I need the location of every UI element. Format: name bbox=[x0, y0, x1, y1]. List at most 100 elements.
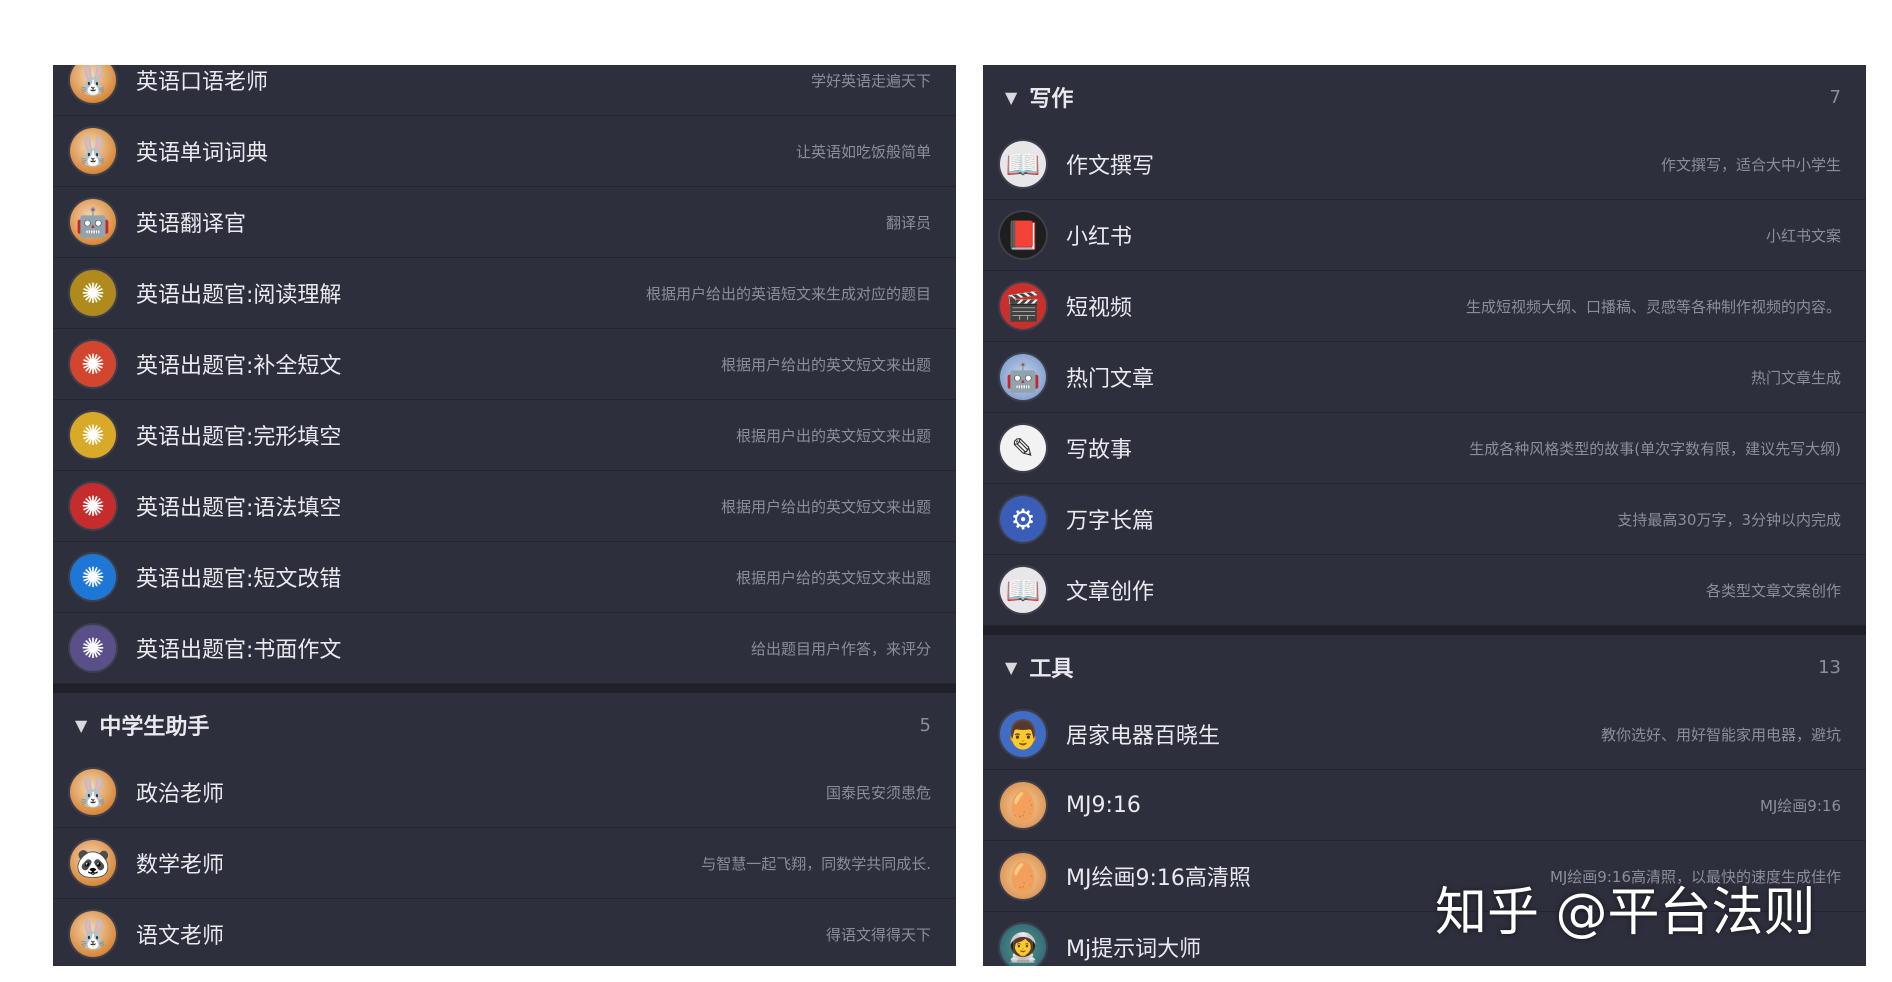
assistant-description: 各类型文章文案创作 bbox=[1705, 581, 1841, 600]
assistant-list-item[interactable]: ⚙ 万字长篇 支持最高30万字，3分钟以内完成 bbox=[983, 484, 1866, 555]
assistant-name: 英语出题官:语法填空 bbox=[136, 496, 342, 521]
assistant-list-item[interactable]: 🐰 政治老师 国泰民安须患危 bbox=[53, 757, 956, 828]
section-title: 中学生助手 bbox=[99, 715, 210, 740]
assistant-list-item[interactable]: 🐰 英语口语老师 学好英语走遍天下 bbox=[53, 65, 956, 116]
assistant-name: 英语单词词典 bbox=[136, 141, 269, 166]
assistant-name: 英语出题官:阅读理解 bbox=[136, 283, 342, 308]
assistant-name: 数学老师 bbox=[136, 853, 225, 878]
assistant-list-item[interactable]: ✎ 写故事 生成各种风格类型的故事(单次字数有限，建议先写大纲) bbox=[983, 413, 1866, 484]
assistant-list-item[interactable]: ✺ 英语出题官:补全短文 根据用户给出的英文短文来出题 bbox=[53, 329, 956, 400]
open-book-icon: 📖 bbox=[1000, 567, 1046, 613]
assistant-list-item[interactable]: ✺ 英语出题官:阅读理解 根据用户给出的英语短文来生成对应的题目 bbox=[53, 258, 956, 329]
section-divider bbox=[983, 626, 1866, 635]
collapse-triangle-icon[interactable]: ▼ bbox=[1005, 88, 1017, 107]
assistant-list-item[interactable]: 🐼 数学老师 与智慧一起飞翔，同数学共同成长. bbox=[53, 828, 956, 899]
assistant-name: 英语出题官:短文改错 bbox=[136, 567, 342, 592]
assistant-description: 让英语如吃饭般简单 bbox=[795, 142, 931, 161]
assistant-list-item[interactable]: ✺ 英语出题官:书面作文 给出题目用户作答，来评分 bbox=[53, 613, 956, 684]
assistant-list-item[interactable]: 🐰 英语单词词典 让英语如吃饭般简单 bbox=[53, 116, 956, 187]
openai-logo-icon: ✺ bbox=[70, 483, 116, 529]
assistant-description: 与智慧一起飞翔，同数学共同成长. bbox=[701, 854, 931, 873]
assistant-description: 根据用户给出的英语短文来生成对应的题目 bbox=[645, 284, 931, 303]
assistant-name: 居家电器百晓生 bbox=[1066, 724, 1221, 749]
assistant-description: 国泰民安须患危 bbox=[825, 783, 931, 802]
assistant-name: 英语翻译官 bbox=[136, 212, 247, 237]
film-clapper-icon: 🎬 bbox=[1000, 283, 1046, 329]
assistant-name: 万字长篇 bbox=[1066, 509, 1155, 534]
assistant-list-item[interactable]: 🎬 短视频 生成短视频大纲、口播稿、灵感等各种制作视频的内容。 bbox=[983, 271, 1866, 342]
machine-icon: ⚙ bbox=[1000, 496, 1046, 542]
zhihu-watermark: 知乎 @平台法则 bbox=[1435, 883, 1816, 943]
assistant-list-item[interactable]: 🤖 热门文章 热门文章生成 bbox=[983, 342, 1866, 413]
assistant-description: 小红书文案 bbox=[1765, 226, 1841, 245]
right-assistant-list: ▼ 写作 7 📖 作文撰写 作文撰写，适合大中小学生 📕 小红书 小红书文案 🎬 短视频 生成短视频大… bbox=[983, 65, 1866, 966]
assistant-name: 英语出题官:完形填空 bbox=[136, 425, 342, 450]
section-header-writing[interactable]: ▼ 写作 7 bbox=[983, 65, 1866, 129]
assistant-description: 教你选好、用好智能家用电器，避坑 bbox=[1600, 725, 1841, 744]
rabbit-avatar-icon: 🐰 bbox=[70, 65, 116, 103]
assistant-name: 英语出题官:书面作文 bbox=[136, 638, 342, 663]
assistant-name: MJ绘画9:16高清照 bbox=[1066, 866, 1251, 891]
assistant-list-item[interactable]: 🥚 MJ9:16 MJ绘画9:16 bbox=[983, 770, 1866, 841]
assistant-description: 生成短视频大纲、口播稿、灵感等各种制作视频的内容。 bbox=[1465, 297, 1841, 316]
assistant-name: 语文老师 bbox=[136, 924, 225, 949]
section-title: 工具 bbox=[1029, 657, 1074, 682]
assistant-description: 学好英语走遍天下 bbox=[810, 71, 931, 90]
assistant-description: 给出题目用户作答，来评分 bbox=[750, 639, 931, 658]
assistant-list-item[interactable]: 👨 居家电器百晓生 教你选好、用好智能家用电器，避坑 bbox=[983, 699, 1866, 770]
assistant-description: 生成各种风格类型的故事(单次字数有限，建议先写大纲) bbox=[1469, 439, 1841, 458]
assistant-list-item[interactable]: 📖 文章创作 各类型文章文案创作 bbox=[983, 555, 1866, 626]
rabbit-avatar-icon: 🐰 bbox=[70, 911, 116, 957]
rabbit-avatar-icon: 🐰 bbox=[70, 769, 116, 815]
assistant-name: 短视频 bbox=[1066, 296, 1133, 321]
assistant-description: 根据用户出的英文短文来出题 bbox=[735, 426, 931, 445]
assistant-list-item[interactable]: 📕 小红书 小红书文案 bbox=[983, 200, 1866, 271]
assistant-name: 小红书 bbox=[1066, 225, 1133, 250]
section-count: 5 bbox=[919, 714, 931, 736]
section-header-middle-school[interactable]: ▼ 中学生助手 5 bbox=[53, 693, 956, 757]
openai-logo-icon: ✺ bbox=[70, 412, 116, 458]
left-assistant-list: 🐰 英语口语老师 学好英语走遍天下 🐰 英语单词词典 让英语如吃饭般简单 🤖 英语翻译官 翻译员… bbox=[53, 65, 956, 966]
red-book-icon: 📕 bbox=[1000, 212, 1046, 258]
section-header-tools[interactable]: ▼ 工具 13 bbox=[983, 635, 1866, 699]
section-divider bbox=[53, 684, 956, 693]
rabbit-avatar-icon: 🐰 bbox=[70, 128, 116, 174]
open-book-icon: 📖 bbox=[1000, 141, 1046, 187]
egg-avatar-icon: 🥚 bbox=[1000, 853, 1046, 899]
man-avatar-icon: 👨 bbox=[1000, 711, 1046, 757]
collapse-triangle-icon[interactable]: ▼ bbox=[1005, 658, 1017, 677]
story-badge-icon: ✎ bbox=[1000, 425, 1046, 471]
assistant-name: 英语口语老师 bbox=[136, 70, 269, 95]
section-count: 13 bbox=[1818, 656, 1841, 678]
assistant-list-item[interactable]: ✺ 英语出题官:完形填空 根据用户出的英文短文来出题 bbox=[53, 400, 956, 471]
astronaut-avatar-icon: 👩‍🚀 bbox=[1000, 924, 1046, 966]
assistant-description: 得语文得得天下 bbox=[825, 925, 931, 944]
collapse-triangle-icon[interactable]: ▼ bbox=[75, 716, 87, 735]
robot-avatar-icon: 🤖 bbox=[1000, 354, 1046, 400]
assistant-description: 支持最高30万字，3分钟以内完成 bbox=[1617, 510, 1841, 529]
assistant-list-item[interactable]: ✺ 英语出题官:语法填空 根据用户给出的英文短文来出题 bbox=[53, 471, 956, 542]
robot-avatar-icon: 🤖 bbox=[70, 199, 116, 245]
assistant-list-item[interactable]: 🤖 英语翻译官 翻译员 bbox=[53, 187, 956, 258]
assistant-name: 文章创作 bbox=[1066, 580, 1155, 605]
assistant-list-item[interactable]: 🐰 语文老师 得语文得得天下 bbox=[53, 899, 956, 966]
assistant-description: MJ绘画9:16 bbox=[1759, 796, 1841, 815]
assistant-name: 英语出题官:补全短文 bbox=[136, 354, 342, 379]
assistant-list-item[interactable]: 📖 作文撰写 作文撰写，适合大中小学生 bbox=[983, 129, 1866, 200]
assistant-name: Mj提示词大师 bbox=[1066, 937, 1202, 962]
panda-avatar-icon: 🐼 bbox=[70, 840, 116, 886]
assistant-name: 写故事 bbox=[1066, 438, 1133, 463]
assistant-list-item[interactable]: ✺ 英语出题官:短文改错 根据用户给的英文短文来出题 bbox=[53, 542, 956, 613]
assistant-description: 根据用户给出的英文短文来出题 bbox=[720, 355, 931, 374]
openai-logo-icon: ✺ bbox=[70, 341, 116, 387]
openai-logo-icon: ✺ bbox=[70, 625, 116, 671]
assistant-description: 作文撰写，适合大中小学生 bbox=[1660, 155, 1841, 174]
assistant-description: 热门文章生成 bbox=[1750, 368, 1841, 387]
openai-logo-icon: ✺ bbox=[70, 554, 116, 600]
assistant-name: MJ9:16 bbox=[1066, 792, 1141, 818]
assistant-description: 根据用户给的英文短文来出题 bbox=[735, 568, 931, 587]
assistant-name: 作文撰写 bbox=[1066, 154, 1155, 179]
assistant-description: 翻译员 bbox=[885, 213, 931, 232]
assistant-name: 政治老师 bbox=[136, 782, 225, 807]
openai-logo-icon: ✺ bbox=[70, 270, 116, 316]
